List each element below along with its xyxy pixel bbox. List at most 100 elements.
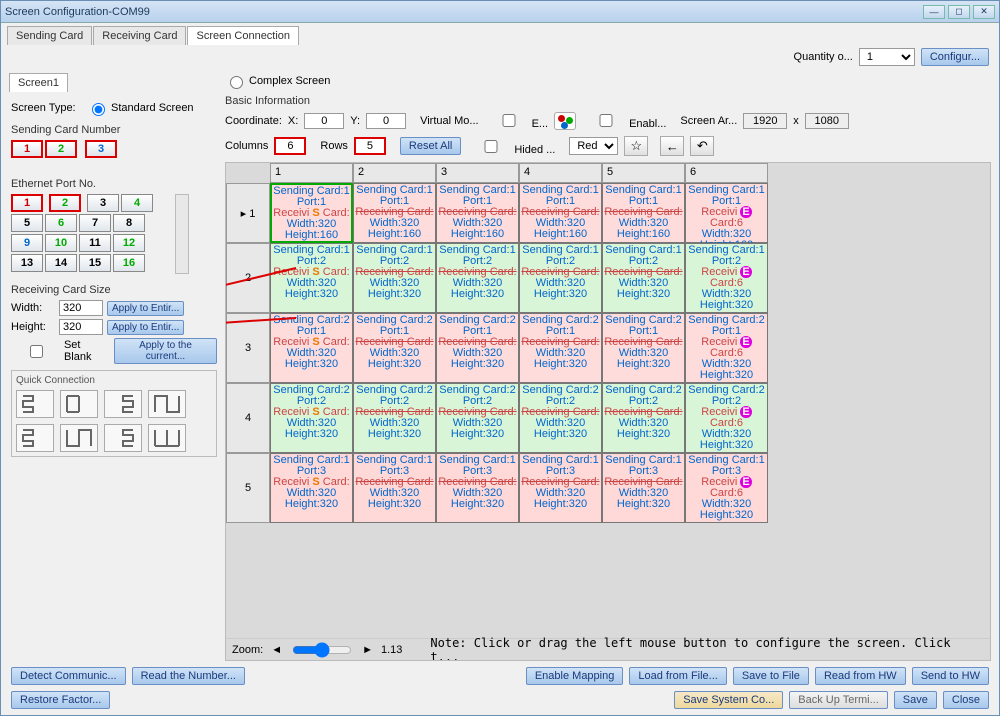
radio-standard[interactable]: Standard Screen [87,100,194,116]
sending-card-1[interactable]: 1 [11,140,43,158]
quick-pattern-6[interactable] [60,424,98,452]
tab-screen-connection[interactable]: Screen Connection [187,26,299,45]
columns-input[interactable] [274,137,306,155]
zoom-slider[interactable] [292,642,352,658]
port-scrollbar[interactable] [175,194,189,274]
radio-complex[interactable]: Complex Screen [225,73,330,89]
apply-entire-width[interactable]: Apply to Entir... [107,301,184,316]
maximize-button[interactable]: ◻ [948,5,970,19]
undo-icon[interactable]: ↶ [690,136,714,156]
matrix-cell[interactable]: Sending Card:1 Port:3 Receiving Card: Wi… [353,453,436,523]
minimize-button[interactable]: — [923,5,945,19]
matrix-cell[interactable]: Sending Card:2 Port:1 Receivi E Card:6 W… [685,313,768,383]
matrix-cell[interactable]: Sending Card:1 Port:3 Receiving Card: Wi… [436,453,519,523]
quick-pattern-2[interactable] [60,390,98,418]
send-hw-button[interactable]: Send to HW [912,667,989,685]
matrix-cell[interactable]: Sending Card:1 Port:1 Receiving Card: Wi… [519,183,602,243]
matrix-cell[interactable]: Sending Card:1 Port:3 Receiving Card: Wi… [602,453,685,523]
matrix-cell[interactable]: Sending Card:1 Port:3 Receivi S Card: Wi… [270,453,353,523]
port-11[interactable]: 11 [79,234,111,252]
height-input[interactable] [59,319,103,335]
hided-check[interactable]: Hided ... [467,137,555,156]
restore-button[interactable]: Restore Factor... [11,691,110,709]
port-1[interactable]: 1 [11,194,43,212]
matrix-cell[interactable]: Sending Card:2 Port:2 Receiving Card: Wi… [353,383,436,453]
coord-y-input[interactable] [366,113,406,129]
matrix-cell[interactable]: Sending Card:2 Port:1 Receiving Card: Wi… [519,313,602,383]
rows-input[interactable] [354,137,386,155]
matrix-cell[interactable]: Sending Card:1 Port:2 Receiving Card: Wi… [353,243,436,313]
matrix-cell[interactable]: Sending Card:1 Port:1 Receiving Card: Wi… [602,183,685,243]
close-button[interactable]: ✕ [973,5,995,19]
coord-x-input[interactable] [304,113,344,129]
matrix-cell[interactable]: Sending Card:1 Port:3 Receiving Card: Wi… [519,453,602,523]
matrix-cell[interactable]: Sending Card:1 Port:1 Receivi S Card: Wi… [270,183,353,243]
matrix-cell[interactable]: Sending Card:1 Port:1 Receivi E Card:6 W… [685,183,768,243]
port-16[interactable]: 16 [113,254,145,272]
star-icon[interactable]: ☆ [624,136,648,156]
port-12[interactable]: 12 [113,234,145,252]
port-8[interactable]: 8 [113,214,145,232]
read-hw-button[interactable]: Read from HW [815,667,906,685]
matrix-cell[interactable]: Sending Card:2 Port:2 Receiving Card: Wi… [436,383,519,453]
port-10[interactable]: 10 [45,234,77,252]
matrix-cell[interactable]: Sending Card:1 Port:1 Receiving Card: Wi… [353,183,436,243]
enable-check[interactable]: Enabl... [582,111,666,130]
configure-button[interactable]: Configur... [921,48,989,66]
close-window-button[interactable]: Close [943,691,989,709]
back-arrow-icon[interactable]: ← [660,136,684,156]
reset-all-button[interactable]: Reset All [400,137,461,155]
matrix-cell[interactable]: Sending Card:2 Port:1 Receiving Card: Wi… [436,313,519,383]
line-color-select[interactable]: Red [569,137,618,155]
matrix-cell[interactable]: Sending Card:2 Port:2 Receivi E Card:6 W… [685,383,768,453]
matrix-cell[interactable]: Sending Card:1 Port:3 Receivi E Card:6 W… [685,453,768,523]
port-7[interactable]: 7 [79,214,111,232]
matrix-cell[interactable]: Sending Card:2 Port:1 Receiving Card: Wi… [602,313,685,383]
apply-entire-height[interactable]: Apply to Entir... [107,320,184,335]
matrix-cell[interactable]: Sending Card:2 Port:1 Receivi S Card: Wi… [270,313,353,383]
tab-receiving-card[interactable]: Receiving Card [93,26,186,45]
matrix-cell[interactable]: Sending Card:1 Port:1 Receiving Card: Wi… [436,183,519,243]
width-input[interactable] [59,300,103,316]
save-button[interactable]: Save [894,691,937,709]
sending-card-3[interactable]: 3 [85,140,117,158]
e-check[interactable]: E... [485,111,549,130]
port-5[interactable]: 5 [11,214,43,232]
port-4[interactable]: 4 [121,194,153,212]
apply-current-button[interactable]: Apply to the current... [114,338,217,364]
connection-matrix[interactable]: 123456▸ 1 Sending Card:1 Port:1 Receivi … [226,163,990,523]
tab-screen1[interactable]: Screen1 [9,73,68,92]
port-15[interactable]: 15 [79,254,111,272]
quantity-select[interactable]: 1 [859,48,915,66]
port-6[interactable]: 6 [45,214,77,232]
port-2[interactable]: 2 [49,194,81,212]
matrix-cell[interactable]: Sending Card:1 Port:2 Receiving Card: Wi… [519,243,602,313]
quick-pattern-1[interactable] [16,390,54,418]
matrix-cell[interactable]: Sending Card:1 Port:2 Receivi E Card:6 W… [685,243,768,313]
save-file-button[interactable]: Save to File [733,667,809,685]
matrix-cell[interactable]: Sending Card:2 Port:1 Receiving Card: Wi… [353,313,436,383]
matrix-cell[interactable]: Sending Card:2 Port:2 Receiving Card: Wi… [602,383,685,453]
port-14[interactable]: 14 [45,254,77,272]
matrix-cell[interactable]: Sending Card:1 Port:2 Receivi S Card: Wi… [270,243,353,313]
detect-button[interactable]: Detect Communic... [11,667,126,685]
quick-pattern-4[interactable] [148,390,186,418]
matrix-cell[interactable]: Sending Card:2 Port:2 Receiving Card: Wi… [519,383,602,453]
matrix-cell[interactable]: Sending Card:1 Port:2 Receiving Card: Wi… [436,243,519,313]
quick-pattern-3[interactable] [104,390,142,418]
port-9[interactable]: 9 [11,234,43,252]
quick-pattern-5[interactable] [16,424,54,452]
sending-card-2[interactable]: 2 [45,140,77,158]
save-system-button[interactable]: Save System Co... [674,691,783,709]
matrix-cell[interactable]: Sending Card:2 Port:2 Receivi S Card: Wi… [270,383,353,453]
quick-pattern-7[interactable] [104,424,142,452]
read-number-button[interactable]: Read the Number... [132,667,245,685]
port-13[interactable]: 13 [11,254,43,272]
load-file-button[interactable]: Load from File... [629,667,726,685]
quick-pattern-8[interactable] [148,424,186,452]
set-blank-check[interactable]: Set Blank [11,339,110,363]
port-3[interactable]: 3 [87,194,119,212]
matrix-cell[interactable]: Sending Card:1 Port:2 Receiving Card: Wi… [602,243,685,313]
enable-mapping-button[interactable]: Enable Mapping [526,667,624,685]
tab-sending-card[interactable]: Sending Card [7,26,92,45]
